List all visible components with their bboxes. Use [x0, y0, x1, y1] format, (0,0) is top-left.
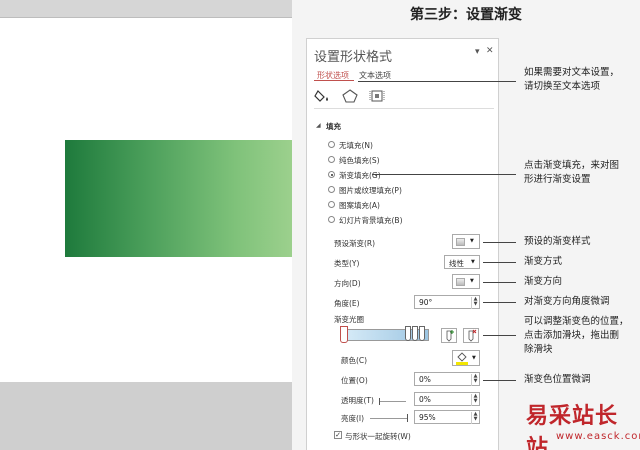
radio-gradient-fill-label[interactable]: 渐变填充(G) — [339, 170, 381, 181]
radio-background-fill-label[interactable]: 幻灯片背景填充(B) — [339, 215, 403, 226]
chevron-down-icon: ▼ — [472, 355, 476, 361]
radio-no-fill[interactable] — [328, 141, 335, 148]
fill-line-icon[interactable] — [314, 88, 332, 106]
add-gradient-stop-button[interactable] — [441, 328, 457, 343]
spin-arrows-icon[interactable]: ▲ ▼ — [471, 412, 479, 424]
transparency-slider-track[interactable] — [380, 401, 406, 402]
annotation-line: 除滑块 — [524, 344, 553, 355]
gradient-stop-handle[interactable] — [419, 326, 425, 341]
gradient-stop-handle[interactable] — [412, 326, 418, 341]
direction-button[interactable]: ▼ — [452, 274, 480, 289]
brightness-label: 亮度(I) — [341, 414, 365, 423]
transparency-input[interactable]: 0% ▲ ▼ — [414, 392, 480, 406]
position-input[interactable]: 0% ▲ ▼ — [414, 372, 480, 386]
type-value: 线性 — [449, 259, 464, 268]
annotation-angle: 对渐变方向角度微调 — [524, 296, 610, 307]
effects-icon[interactable] — [341, 88, 359, 106]
callout-line — [483, 302, 516, 303]
color-picker-button[interactable]: ▼ — [452, 350, 480, 366]
tab-text-options[interactable]: 文本选项 — [359, 70, 391, 81]
brightness-value: 95% — [419, 413, 436, 422]
annotation-line: 如果需要对文本设置， — [524, 67, 620, 78]
angle-input[interactable]: 90° ▲ ▼ — [414, 295, 480, 309]
panel-title: 设置形状格式 — [314, 50, 393, 65]
remove-gradient-stop-button[interactable] — [463, 328, 479, 343]
annotation-position: 渐变色位置微调 — [524, 374, 591, 385]
active-tab-underline — [314, 80, 354, 81]
radio-solid-fill[interactable] — [328, 156, 335, 163]
spin-arrows-icon[interactable]: ▲ ▼ — [471, 394, 479, 406]
chevron-down-icon: ▼ — [470, 278, 474, 284]
radio-picture-fill[interactable] — [328, 186, 335, 193]
chevron-down-icon: ▼ — [470, 238, 474, 244]
add-stop-icon — [446, 330, 454, 342]
gradient-stops-label: 渐变光圈 — [334, 315, 364, 324]
gradient-stop-handle[interactable] — [340, 326, 348, 343]
chevron-down-icon: ▼ — [471, 259, 475, 265]
callout-line — [483, 380, 516, 381]
brightness-slider-thumb[interactable] — [407, 414, 408, 422]
radio-no-fill-label[interactable]: 无填充(N) — [339, 140, 373, 151]
brightness-input[interactable]: 95% ▲ ▼ — [414, 410, 480, 424]
direction-label: 方向(D) — [334, 279, 361, 288]
radio-pattern-fill-label[interactable]: 图案填充(A) — [339, 200, 380, 211]
annotation-gradient-fill: 点击渐变填充，来对图 形进行渐变设置 — [524, 159, 619, 187]
callout-line — [358, 81, 516, 82]
transparency-label: 透明度(T) — [341, 396, 374, 405]
position-value: 0% — [419, 375, 431, 384]
angle-label: 角度(E) — [334, 299, 360, 308]
paint-bucket-icon — [456, 352, 468, 365]
annotation-line: 点击渐变填充，来对图 — [524, 160, 620, 171]
radio-background-fill[interactable] — [328, 216, 335, 223]
step-title: 第三步：设置渐变 — [410, 7, 522, 23]
preset-gradient-label: 预设渐变(R) — [334, 239, 376, 248]
close-icon[interactable]: ✕ — [486, 46, 494, 56]
radio-solid-fill-label[interactable]: 纯色填充(S) — [339, 155, 380, 166]
size-properties-icon[interactable] — [368, 88, 386, 106]
rotate-with-shape-label[interactable]: 与形状一起旋转(W) — [345, 431, 411, 442]
spin-arrows-icon[interactable]: ▲ ▼ — [471, 297, 479, 309]
annotation-direction: 渐变方向 — [524, 276, 563, 287]
callout-line — [483, 242, 516, 243]
annotation-text-options: 如果需要对文本设置， 请切换至文本选项 — [524, 66, 619, 94]
icon-row-divider — [314, 108, 494, 109]
section-fill-title[interactable]: 填充 — [326, 121, 341, 132]
section-collapse-icon[interactable]: ◢ — [316, 122, 321, 129]
callout-line — [483, 262, 516, 263]
gradient-shape[interactable] — [65, 140, 292, 257]
annotation-line: 形进行渐变设置 — [524, 174, 591, 185]
callout-line — [483, 282, 516, 283]
transparency-value: 0% — [419, 395, 431, 404]
position-label: 位置(O) — [341, 376, 368, 385]
direction-swatch — [456, 278, 465, 286]
workspace-top-bar — [0, 0, 292, 18]
callout-line — [372, 174, 516, 175]
watermark-url: www.easck.com — [556, 431, 640, 442]
type-select[interactable]: 线性 ▼ — [444, 255, 480, 269]
annotation-line: 点击添加滑块，拖出删 — [524, 330, 620, 341]
radio-picture-fill-label[interactable]: 图片或纹理填充(P) — [339, 185, 402, 196]
radio-gradient-fill[interactable] — [328, 171, 335, 178]
annotation-type: 渐变方式 — [524, 256, 563, 267]
preset-gradient-button[interactable]: ▼ — [452, 234, 480, 249]
workspace-bottom — [0, 382, 292, 450]
remove-stop-icon — [468, 329, 477, 342]
radio-pattern-fill[interactable] — [328, 201, 335, 208]
brightness-slider-track[interactable] — [370, 418, 407, 419]
annotation-preset: 预设的渐变样式 — [524, 236, 591, 247]
color-label: 颜色(C) — [341, 356, 368, 365]
preset-gradient-swatch — [456, 238, 465, 246]
annotation-line: 请切换至文本选项 — [524, 81, 601, 92]
rotate-with-shape-checkbox[interactable]: ✓ — [334, 431, 342, 439]
callout-line — [483, 335, 516, 336]
spin-arrows-icon[interactable]: ▲ ▼ — [471, 374, 479, 386]
gradient-stop-handle[interactable] — [405, 326, 411, 341]
annotation-stops: 可以调整渐变色的位置， 点击添加滑块，拖出删 除滑块 — [524, 315, 629, 357]
annotation-line: 可以调整渐变色的位置， — [524, 316, 629, 327]
watermark-logo: 易采站长站 — [526, 403, 619, 450]
angle-value: 90° — [419, 298, 433, 307]
pin-dropdown-icon[interactable]: ▾ — [475, 47, 480, 57]
type-label: 类型(Y) — [334, 259, 360, 268]
